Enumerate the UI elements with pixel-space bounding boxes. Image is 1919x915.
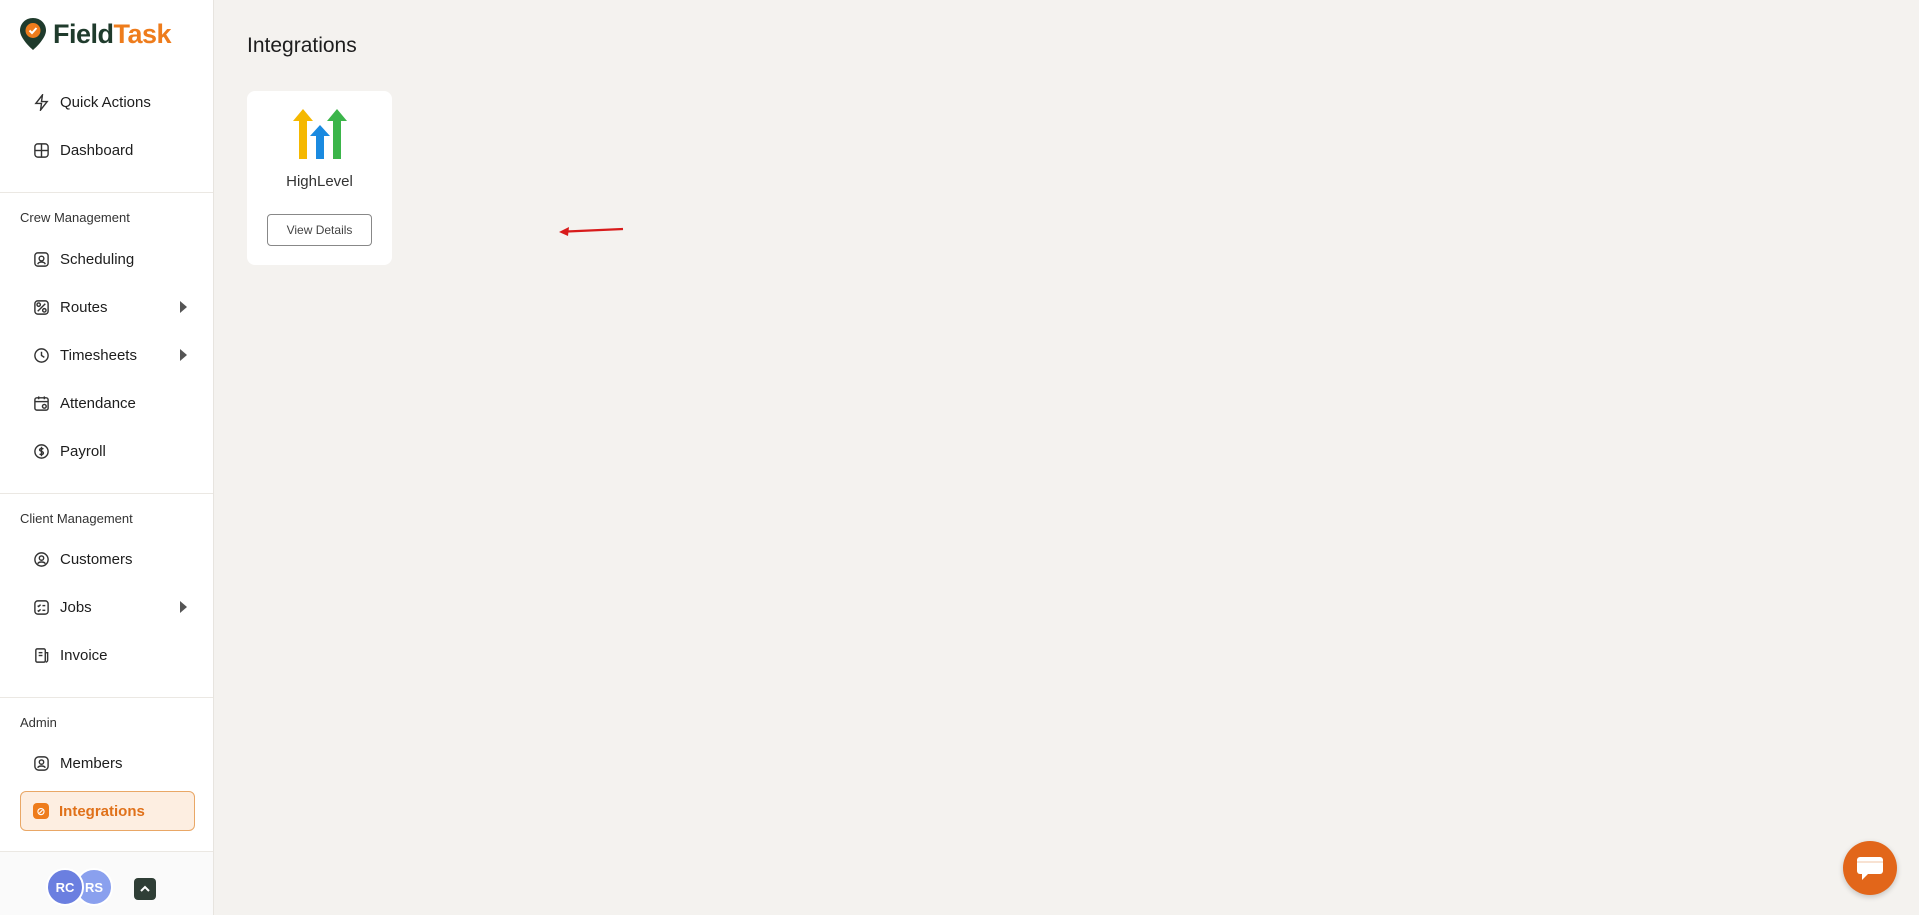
sidebar-item-scheduling[interactable]: Scheduling xyxy=(20,239,195,279)
sidebar-divider xyxy=(0,697,213,698)
integration-card-highlevel[interactable]: HighLevel View Details xyxy=(247,91,392,265)
calendar-user-icon xyxy=(32,250,50,268)
sidebar-item-label: Attendance xyxy=(60,394,136,412)
brand-field: Field xyxy=(53,18,114,49)
avatar[interactable]: RC xyxy=(46,868,84,906)
expand-arrow-icon[interactable] xyxy=(180,601,187,613)
receipt-icon xyxy=(32,646,50,664)
chevron-up-icon xyxy=(140,885,150,892)
main-content: Integrations HighLevel View Details xyxy=(214,0,1919,915)
sidebar-item-label: Payroll xyxy=(60,442,106,460)
page-title: Integrations xyxy=(247,34,357,57)
highlevel-logo-icon xyxy=(293,109,347,159)
sidebar-item-label: Timesheets xyxy=(60,346,137,364)
user-square-icon xyxy=(32,754,50,772)
sidebar-item-integrations[interactable]: ⊘ Integrations xyxy=(20,791,195,831)
dollar-icon xyxy=(32,442,50,460)
sidebar-item-label: Invoice xyxy=(60,646,108,664)
grid-icon xyxy=(32,141,50,159)
brand-name: FieldTask xyxy=(53,18,172,50)
sidebar-item-label: Customers xyxy=(60,550,133,568)
sidebar-divider xyxy=(0,493,213,494)
section-label-client: Client Management xyxy=(20,511,133,526)
chat-support-button[interactable] xyxy=(1843,841,1897,895)
expand-arrow-icon[interactable] xyxy=(180,301,187,313)
sidebar-item-invoice[interactable]: Invoice xyxy=(20,635,195,675)
sidebar-item-label: Jobs xyxy=(60,598,92,616)
annotation-arrow-icon xyxy=(559,227,624,236)
section-label-crew: Crew Management xyxy=(20,210,130,225)
sidebar-item-attendance[interactable]: Attendance xyxy=(20,383,195,423)
app-logo[interactable]: FieldTask xyxy=(19,17,172,51)
sidebar-item-label: Dashboard xyxy=(60,141,134,159)
calendar-check-icon xyxy=(32,394,50,412)
view-details-button[interactable]: View Details xyxy=(267,214,372,246)
checklist-icon xyxy=(32,598,50,616)
sidebar-item-quick-actions[interactable]: Quick Actions xyxy=(20,82,195,122)
sidebar-item-label: Scheduling xyxy=(60,250,135,268)
sidebar-item-timesheets[interactable]: Timesheets xyxy=(20,335,195,375)
sidebar: FieldTask Quick Actions Dashboard Crew M… xyxy=(0,0,214,915)
integrations-icon: ⊘ xyxy=(33,803,49,819)
sidebar-item-payroll[interactable]: Payroll xyxy=(20,431,195,471)
lightning-icon xyxy=(32,93,50,111)
sidebar-item-jobs[interactable]: Jobs xyxy=(20,587,195,627)
integration-name: HighLevel xyxy=(286,173,353,190)
sidebar-item-members[interactable]: Members xyxy=(20,743,195,783)
sidebar-item-dashboard[interactable]: Dashboard xyxy=(20,130,195,170)
sidebar-item-customers[interactable]: Customers xyxy=(20,539,195,579)
collapse-toggle-button[interactable] xyxy=(134,878,156,900)
app-root: FieldTask Quick Actions Dashboard Crew M… xyxy=(0,0,1919,915)
user-circle-icon xyxy=(32,550,50,568)
sidebar-item-label: Routes xyxy=(60,298,108,316)
sidebar-item-label: Quick Actions xyxy=(60,93,151,111)
route-icon xyxy=(32,298,50,316)
sidebar-item-routes[interactable]: Routes xyxy=(20,287,195,327)
location-pin-logo-icon xyxy=(20,18,46,50)
sidebar-divider xyxy=(0,192,213,193)
clock-icon xyxy=(32,346,50,364)
sidebar-item-label: Members xyxy=(60,754,123,772)
expand-arrow-icon[interactable] xyxy=(180,349,187,361)
sidebar-item-label: Integrations xyxy=(59,802,145,820)
brand-task: Task xyxy=(113,18,172,49)
chat-bubble-icon xyxy=(1857,857,1883,880)
section-label-admin: Admin xyxy=(20,715,57,730)
sidebar-footer: RC RS xyxy=(0,851,213,915)
